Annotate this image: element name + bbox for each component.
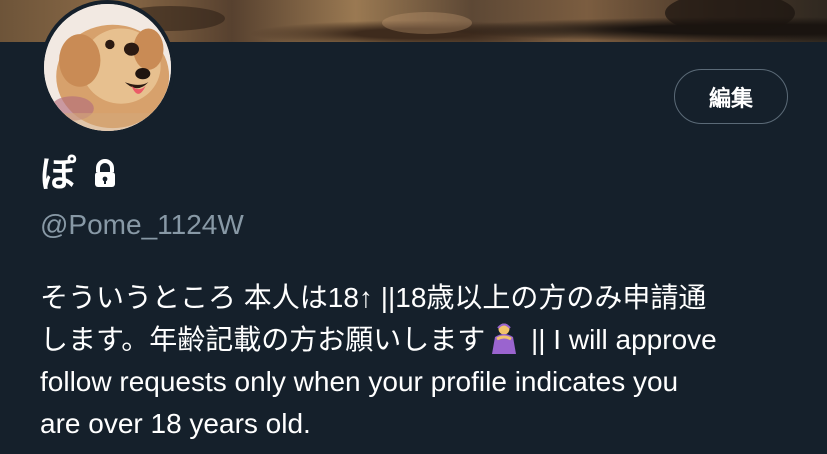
bio-line-2: します。年齢記載の方お願いします || I will approve [40,319,800,361]
profile-bio: そういうところ 本人は18↑ ||18歳以上の方のみ申請通 します。年齢記載の方… [40,277,800,445]
edit-profile-button[interactable]: 編集 [674,69,788,124]
edit-button-label: 編集 [708,85,753,111]
bio-line-2-before-emoji: します。年齢記載の方お願いします [40,324,486,355]
profile-handle: @Pome_1124W [40,209,244,240]
bio-line-1: そういうところ 本人は18↑ ||18歳以上の方のみ申請通 [40,282,707,313]
bio-line-4: are over 18 years old. [40,408,311,439]
bio-line-3: follow requests only when your profile i… [40,366,679,397]
profile-page: 編集 ぽ @Pome_1124W そういうところ 本人は18↑ ||18歳以上の… [0,0,827,454]
bio-line-2-after-emoji: || I will approve [523,324,717,355]
person-bowing-emoji-icon [492,323,517,354]
profile-display-name: ぽ [40,153,77,194]
pomeranian-avatar-icon [44,4,171,131]
avatar[interactable] [40,0,175,135]
lock-icon [95,159,116,187]
profile-name-row: ぽ [40,154,118,194]
